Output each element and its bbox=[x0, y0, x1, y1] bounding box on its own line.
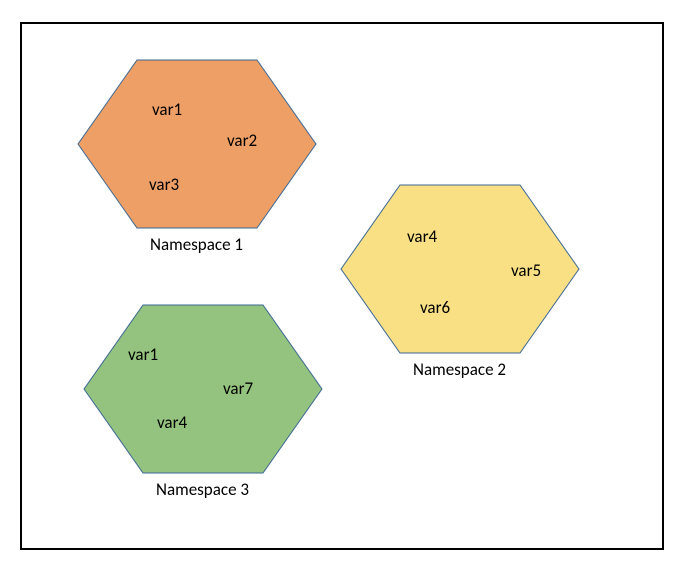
ns1-var3: var3 bbox=[149, 174, 179, 195]
hexagon-shape bbox=[84, 305, 322, 473]
hexagon-shape bbox=[78, 60, 316, 228]
namespace-2-label: Namespace 2 bbox=[413, 359, 506, 380]
diagram-canvas: var1 var2 var3 Namespace 1 var4 var5 var… bbox=[0, 0, 683, 572]
ns3-var7: var7 bbox=[223, 378, 253, 399]
ns2-var4: var4 bbox=[407, 226, 437, 247]
ns3-var1: var1 bbox=[128, 344, 158, 365]
namespace-3-label: Namespace 3 bbox=[156, 479, 249, 500]
namespace-2-hexagon: var4 var5 var6 bbox=[340, 184, 580, 354]
ns3-var4: var4 bbox=[157, 412, 187, 433]
namespace-1-label: Namespace 1 bbox=[150, 234, 243, 255]
ns2-var5: var5 bbox=[511, 260, 541, 281]
hexagon-shape bbox=[341, 185, 579, 353]
diagram-frame: var1 var2 var3 Namespace 1 var4 var5 var… bbox=[20, 22, 664, 550]
namespace-1-hexagon: var1 var2 var3 bbox=[77, 59, 317, 229]
namespace-3-hexagon: var1 var7 var4 bbox=[83, 304, 323, 474]
ns1-var2: var2 bbox=[227, 130, 257, 151]
ns2-var6: var6 bbox=[420, 297, 450, 318]
ns1-var1: var1 bbox=[152, 99, 182, 120]
